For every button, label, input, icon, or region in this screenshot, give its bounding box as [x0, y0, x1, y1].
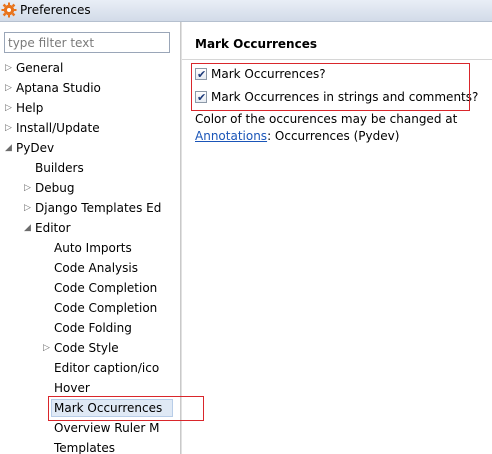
tree-item-code-completion[interactable]: Code Completion [0, 278, 178, 298]
tree-item-auto-imports[interactable]: Auto Imports [0, 238, 178, 258]
window-title: Preferences [20, 3, 91, 17]
collapsed-arrow-icon[interactable]: ▷ [24, 178, 34, 198]
gear-icon [1, 2, 17, 18]
expanded-arrow-icon[interactable]: ◢ [5, 138, 15, 158]
tree-item-general[interactable]: ▷ General [0, 58, 178, 78]
tree-item-label: Help [16, 101, 44, 115]
tree-item-label: Templates [54, 441, 116, 454]
tree-item-overview-ruler-m[interactable]: Overview Ruler M [0, 418, 178, 438]
tree-item-label: Editor caption/ico [54, 361, 160, 375]
tree-item-label: Aptana Studio [16, 81, 101, 95]
tree-item-label: Builders [35, 161, 84, 175]
title-divider [182, 59, 492, 60]
title-bar: Preferences [0, 0, 492, 22]
collapsed-arrow-icon[interactable]: ▷ [24, 198, 34, 218]
tree-item-pydev[interactable]: ◢ PyDev [0, 138, 178, 158]
tree-item-aptana-studio[interactable]: ▷ Aptana Studio [0, 78, 178, 98]
tree-item-debug[interactable]: ▷ Debug [0, 178, 178, 198]
annotations-link[interactable]: Annotations [195, 129, 267, 143]
tree-item-editor-caption-ico[interactable]: Editor caption/ico [0, 358, 178, 378]
tree-item-label: Editor [35, 221, 71, 235]
tree-item-hover[interactable]: Hover [0, 378, 178, 398]
tree-item-label: Overview Ruler M [54, 421, 160, 435]
color-note-line2: Annotations: Occurrences (Pydev) [195, 128, 457, 145]
expanded-arrow-icon[interactable]: ◢ [24, 218, 34, 238]
tree-item-code-analysis[interactable]: Code Analysis [0, 258, 178, 278]
collapsed-arrow-icon[interactable]: ▷ [5, 118, 15, 138]
tree-item-label: Code Completion [54, 281, 158, 295]
color-note: Color of the occurences may be changed a… [195, 111, 457, 145]
annotations-target: : Occurrences (Pydev) [267, 129, 400, 143]
tree-item-editor[interactable]: ◢ Editor [0, 218, 178, 238]
collapsed-arrow-icon[interactable]: ▷ [5, 78, 15, 98]
tree-item-label: Code Completion [54, 301, 158, 315]
collapsed-arrow-icon[interactable]: ▷ [5, 98, 15, 118]
tree-item-templates[interactable]: Templates [0, 438, 178, 454]
options-highlight-box [191, 63, 470, 111]
tree-item-label: Code Folding [54, 321, 132, 335]
tree-item-label: Code Style [54, 341, 119, 355]
tree-item-label: Auto Imports [54, 241, 132, 255]
page-title: Mark Occurrences [195, 37, 317, 51]
tree-item-code-folding[interactable]: Code Folding [0, 318, 178, 338]
tree-item-label: PyDev [16, 141, 55, 155]
tree-item-install-update[interactable]: ▷ Install/Update [0, 118, 178, 138]
tree-item-label: Install/Update [16, 121, 100, 135]
tree-item-label: Hover [54, 381, 90, 395]
tree-item-builders[interactable]: Builders [0, 158, 178, 178]
preferences-tree-pane: ▷General▷Aptana Studio▷Help▷Install/Upda… [0, 22, 180, 454]
tree-item-code-completion[interactable]: Code Completion [0, 298, 178, 318]
selected-item-highlight-box [48, 396, 204, 421]
tree-item-label: General [16, 61, 64, 75]
color-note-text: Color of the occurences may be changed a… [195, 112, 458, 126]
filter-input[interactable] [4, 32, 170, 53]
collapsed-arrow-icon[interactable]: ▷ [43, 338, 53, 358]
tree-item-code-style[interactable]: ▷ Code Style [0, 338, 178, 358]
tree-item-label: Django Templates Ed [35, 201, 162, 215]
tree-item-label: Debug [35, 181, 75, 195]
tree-item-label: Code Analysis [54, 261, 138, 275]
collapsed-arrow-icon[interactable]: ▷ [5, 58, 15, 78]
tree-item-django-templates-ed[interactable]: ▷ Django Templates Ed [0, 198, 178, 218]
tree-item-help[interactable]: ▷ Help [0, 98, 178, 118]
